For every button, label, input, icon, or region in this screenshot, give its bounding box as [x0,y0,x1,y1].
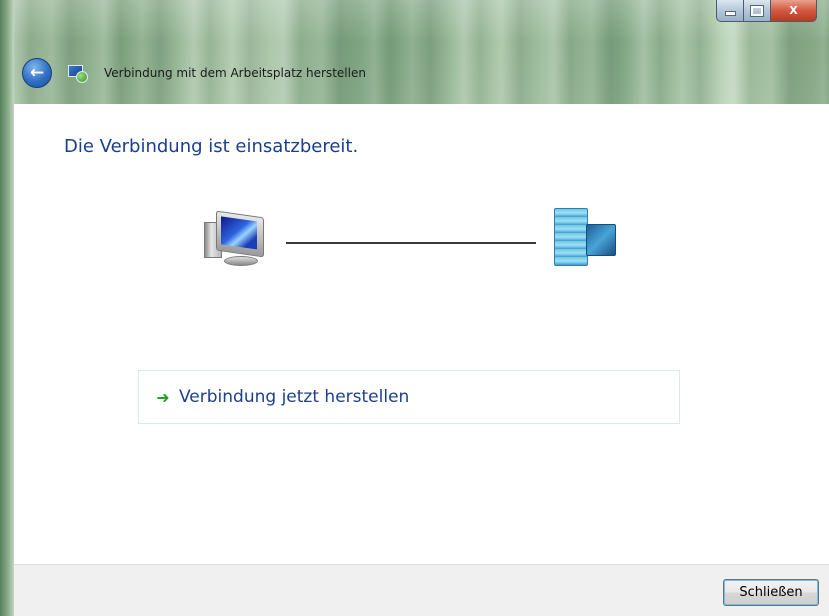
minimize-icon [724,11,736,16]
maximize-button[interactable] [744,0,771,22]
title-nav-row: ← Verbindung mit dem Arbeitsplatz herste… [22,56,366,90]
server-module [586,224,616,256]
app-icon-globe [76,71,88,83]
back-button[interactable]: ← [22,58,52,88]
computer-monitor [216,210,264,258]
computer-base [224,256,258,266]
green-arrow-icon: ➜ [156,387,170,407]
connect-now-label: Verbindung jetzt herstellen [179,387,410,407]
window-controls: X [716,0,817,22]
computer-screen [221,216,257,250]
wizard-footer: Schließen [14,564,829,616]
close-window-button[interactable]: X [771,0,817,22]
connection-line [286,242,536,244]
maximize-icon [750,4,764,17]
minimize-button[interactable] [716,0,744,22]
close-button[interactable]: Schließen [723,579,819,606]
close-icon: X [789,4,798,17]
window-left-frame [0,0,14,616]
wizard-content: Die Verbindung ist einsatzbereit. ➜ Verb… [14,104,829,564]
back-arrow-icon: ← [29,63,45,83]
server-tower [554,208,588,266]
page-heading: Die Verbindung ist einsatzbereit. [64,136,359,157]
computer-icon [202,210,272,272]
window-title: Verbindung mit dem Arbeitsplatz herstell… [104,66,366,80]
network-connection-icon [66,62,88,84]
wizard-window: X ← Verbindung mit dem Arbeitsplatz hers… [0,0,829,616]
server-icon [550,208,616,270]
connect-now-command-link[interactable]: ➜ Verbindung jetzt herstellen [138,370,680,424]
